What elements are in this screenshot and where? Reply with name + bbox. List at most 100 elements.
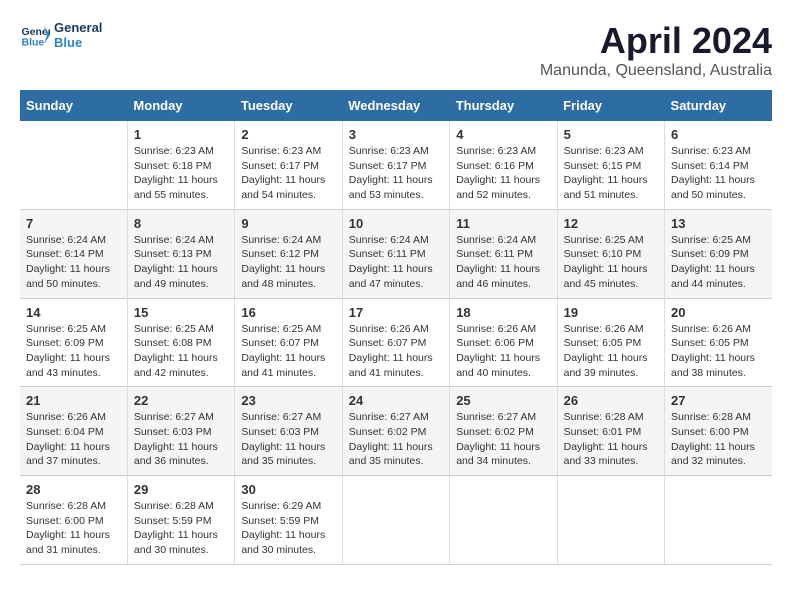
calendar-cell: 6Sunrise: 6:23 AM Sunset: 6:14 PM Daylig… <box>665 121 772 209</box>
logo-blue: Blue <box>54 35 102 50</box>
day-info: Sunrise: 6:27 AM Sunset: 6:02 PM Dayligh… <box>456 410 550 469</box>
day-info: Sunrise: 6:29 AM Sunset: 5:59 PM Dayligh… <box>241 499 335 558</box>
calendar-cell: 12 Sunrise: 6:25 AM Sunset: 6:10 PM Dayli… <box>557 209 664 298</box>
day-number: 13 <box>671 216 766 231</box>
day-info: Sunrise: 6:25 AM Sunset: 6:08 PM Dayligh… <box>134 322 228 381</box>
logo-icon: General Blue <box>20 20 50 50</box>
calendar-cell: 20Sunrise: 6:26 AM Sunset: 6:05 PM Dayli… <box>665 298 772 387</box>
calendar-cell: 15 Sunrise: 6:25 AM Sunset: 6:08 PM Dayli… <box>127 298 234 387</box>
day-number: 26 <box>564 393 658 408</box>
day-info: Sunrise: 6:27 AM Sunset: 6:03 PM Dayligh… <box>241 410 335 469</box>
calendar-cell: 17 Sunrise: 6:26 AM Sunset: 6:07 PM Dayli… <box>342 298 449 387</box>
calendar-cell: 11Sunrise: 6:24 AM Sunset: 6:11 PM Dayli… <box>450 209 557 298</box>
day-header-friday: Friday <box>557 90 664 121</box>
calendar-cell: 7Sunrise: 6:24 AM Sunset: 6:14 PM Daylig… <box>20 209 127 298</box>
calendar-cell: 14 Sunrise: 6:25 AM Sunset: 6:09 PM Dayli… <box>20 298 127 387</box>
calendar-cell: 8 Sunrise: 6:24 AM Sunset: 6:13 PM Daylig… <box>127 209 234 298</box>
calendar-cell: 4 Sunrise: 6:23 AM Sunset: 6:16 PM Daylig… <box>450 121 557 209</box>
calendar-cell: 28 Sunrise: 6:28 AM Sunset: 6:00 PM Dayli… <box>20 476 127 565</box>
calendar-cell: 26Sunrise: 6:28 AM Sunset: 6:01 PM Dayli… <box>557 387 664 476</box>
day-number: 21 <box>26 393 121 408</box>
day-number: 29 <box>134 482 228 497</box>
day-header-thursday: Thursday <box>450 90 557 121</box>
day-number: 19 <box>564 305 658 320</box>
calendar-cell: 22 Sunrise: 6:27 AM Sunset: 6:03 PM Dayli… <box>127 387 234 476</box>
day-info: Sunrise: 6:25 AM Sunset: 6:09 PM Dayligh… <box>26 322 121 381</box>
day-info: Sunrise: 6:24 AM Sunset: 6:11 PM Dayligh… <box>456 233 550 292</box>
day-number: 1 <box>134 127 228 142</box>
days-header-row: SundayMondayTuesdayWednesdayThursdayFrid… <box>20 90 772 121</box>
day-info: Sunrise: 6:26 AM Sunset: 6:05 PM Dayligh… <box>564 322 658 381</box>
day-number: 12 <box>564 216 658 231</box>
day-info: Sunrise: 6:24 AM Sunset: 6:14 PM Dayligh… <box>26 233 121 292</box>
day-number: 10 <box>349 216 443 231</box>
day-info: Sunrise: 6:27 AM Sunset: 6:02 PM Dayligh… <box>349 410 443 469</box>
day-info: Sunrise: 6:23 AM Sunset: 6:17 PM Dayligh… <box>349 144 443 203</box>
day-info: Sunrise: 6:28 AM Sunset: 6:00 PM Dayligh… <box>26 499 121 558</box>
day-header-monday: Monday <box>127 90 234 121</box>
calendar-cell <box>450 476 557 565</box>
day-number: 16 <box>241 305 335 320</box>
day-number: 18 <box>456 305 550 320</box>
week-row-3: 14 Sunrise: 6:25 AM Sunset: 6:09 PM Dayli… <box>20 298 772 387</box>
month-title: April 2024 <box>540 20 772 62</box>
day-number: 17 <box>349 305 443 320</box>
svg-text:Blue: Blue <box>22 37 45 49</box>
day-header-tuesday: Tuesday <box>235 90 342 121</box>
day-number: 24 <box>349 393 443 408</box>
day-info: Sunrise: 6:23 AM Sunset: 6:14 PM Dayligh… <box>671 144 766 203</box>
calendar-cell: 18Sunrise: 6:26 AM Sunset: 6:06 PM Dayli… <box>450 298 557 387</box>
day-info: Sunrise: 6:23 AM Sunset: 6:17 PM Dayligh… <box>241 144 335 203</box>
day-number: 20 <box>671 305 766 320</box>
calendar-cell: 19 Sunrise: 6:26 AM Sunset: 6:05 PM Dayli… <box>557 298 664 387</box>
day-info: Sunrise: 6:23 AM Sunset: 6:15 PM Dayligh… <box>564 144 658 203</box>
day-number: 14 <box>26 305 121 320</box>
day-info: Sunrise: 6:23 AM Sunset: 6:16 PM Dayligh… <box>456 144 550 203</box>
day-info: Sunrise: 6:26 AM Sunset: 6:07 PM Dayligh… <box>349 322 443 381</box>
calendar-cell <box>20 121 127 209</box>
calendar-cell <box>557 476 664 565</box>
calendar-cell: 5 Sunrise: 6:23 AM Sunset: 6:15 PM Daylig… <box>557 121 664 209</box>
day-number: 4 <box>456 127 550 142</box>
calendar-cell: 30 Sunrise: 6:29 AM Sunset: 5:59 PM Dayli… <box>235 476 342 565</box>
day-info: Sunrise: 6:24 AM Sunset: 6:13 PM Dayligh… <box>134 233 228 292</box>
day-header-sunday: Sunday <box>20 90 127 121</box>
week-row-2: 7Sunrise: 6:24 AM Sunset: 6:14 PM Daylig… <box>20 209 772 298</box>
day-number: 9 <box>241 216 335 231</box>
day-info: Sunrise: 6:28 AM Sunset: 5:59 PM Dayligh… <box>134 499 228 558</box>
day-number: 30 <box>241 482 335 497</box>
location: Manunda, Queensland, Australia <box>540 62 772 80</box>
calendar-cell: 29 Sunrise: 6:28 AM Sunset: 5:59 PM Dayli… <box>127 476 234 565</box>
calendar-cell: 25 Sunrise: 6:27 AM Sunset: 6:02 PM Dayli… <box>450 387 557 476</box>
day-number: 23 <box>241 393 335 408</box>
day-number: 15 <box>134 305 228 320</box>
day-number: 25 <box>456 393 550 408</box>
week-row-5: 28 Sunrise: 6:28 AM Sunset: 6:00 PM Dayli… <box>20 476 772 565</box>
calendar-table: SundayMondayTuesdayWednesdayThursdayFrid… <box>20 90 772 565</box>
calendar-cell: 1 Sunrise: 6:23 AM Sunset: 6:18 PM Daylig… <box>127 121 234 209</box>
week-row-4: 21Sunrise: 6:26 AM Sunset: 6:04 PM Dayli… <box>20 387 772 476</box>
day-info: Sunrise: 6:28 AM Sunset: 6:00 PM Dayligh… <box>671 410 766 469</box>
day-header-wednesday: Wednesday <box>342 90 449 121</box>
day-number: 3 <box>349 127 443 142</box>
logo-general: General <box>54 20 102 35</box>
day-info: Sunrise: 6:27 AM Sunset: 6:03 PM Dayligh… <box>134 410 228 469</box>
calendar-cell <box>342 476 449 565</box>
day-info: Sunrise: 6:23 AM Sunset: 6:18 PM Dayligh… <box>134 144 228 203</box>
day-info: Sunrise: 6:24 AM Sunset: 6:11 PM Dayligh… <box>349 233 443 292</box>
calendar-cell: 24 Sunrise: 6:27 AM Sunset: 6:02 PM Dayli… <box>342 387 449 476</box>
day-number: 8 <box>134 216 228 231</box>
calendar-cell: 23 Sunrise: 6:27 AM Sunset: 6:03 PM Dayli… <box>235 387 342 476</box>
day-info: Sunrise: 6:25 AM Sunset: 6:10 PM Dayligh… <box>564 233 658 292</box>
calendar-cell <box>665 476 772 565</box>
calendar-cell: 2Sunrise: 6:23 AM Sunset: 6:17 PM Daylig… <box>235 121 342 209</box>
day-info: Sunrise: 6:25 AM Sunset: 6:07 PM Dayligh… <box>241 322 335 381</box>
page-header: General Blue General Blue April 2024 Man… <box>20 20 772 80</box>
day-number: 28 <box>26 482 121 497</box>
logo: General Blue General Blue <box>20 20 102 50</box>
title-section: April 2024 Manunda, Queensland, Australi… <box>540 20 772 80</box>
day-number: 5 <box>564 127 658 142</box>
calendar-cell: 16 Sunrise: 6:25 AM Sunset: 6:07 PM Dayli… <box>235 298 342 387</box>
day-number: 22 <box>134 393 228 408</box>
day-info: Sunrise: 6:25 AM Sunset: 6:09 PM Dayligh… <box>671 233 766 292</box>
